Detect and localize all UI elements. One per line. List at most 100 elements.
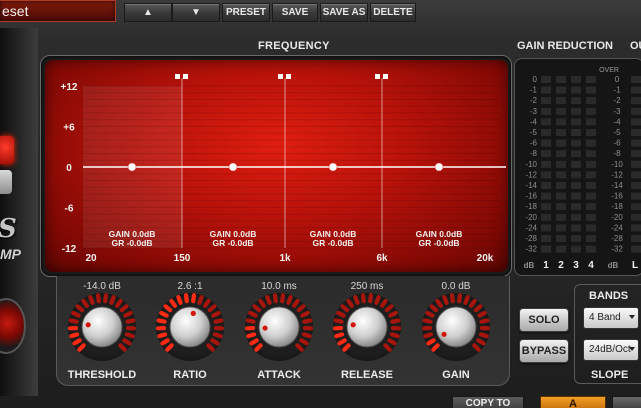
- a-button[interactable]: A: [540, 396, 606, 408]
- knob-led-segment: [429, 304, 439, 313]
- output-scale-label: -12: [611, 170, 623, 179]
- knob-led-segment: [71, 310, 81, 318]
- band-4-node[interactable]: [434, 162, 444, 172]
- band-2-gr-label: GR -0.0dB: [212, 238, 253, 248]
- meter-scale-label: -12: [525, 170, 537, 179]
- knob-led-segment: [301, 332, 312, 339]
- knob-led-segment: [118, 343, 127, 352]
- knob-led-segment: [368, 293, 374, 304]
- meter-segment: [586, 245, 596, 253]
- copy-to-button[interactable]: COPY TO: [452, 396, 524, 408]
- meter-segment: [571, 129, 581, 136]
- knob-led-segment: [342, 343, 351, 352]
- meter-segment: [631, 192, 641, 200]
- solo-button[interactable]: SOLO: [519, 308, 569, 332]
- preset-button[interactable]: PRESET: [222, 3, 270, 22]
- knob-cap: [435, 306, 477, 348]
- bypass-button[interactable]: BYPASS: [519, 339, 569, 363]
- attack-label: ATTACK: [257, 369, 301, 381]
- frequency-title: FREQUENCY: [258, 40, 330, 52]
- attack-knob[interactable]: [245, 293, 313, 361]
- release-knob[interactable]: [333, 293, 401, 361]
- bands-select[interactable]: 4 Band: [583, 307, 639, 329]
- knob-led-segment: [340, 304, 350, 313]
- eq-y-tick: -12: [62, 244, 77, 255]
- meter-segment: [586, 139, 596, 147]
- threshold-knob[interactable]: [68, 293, 136, 361]
- knob-led-segment: [72, 338, 82, 346]
- ratio-label: RATIO: [173, 369, 207, 381]
- knob-pointer-icon: [85, 322, 91, 328]
- meter-segment: [556, 107, 566, 115]
- meter-segment: [631, 97, 641, 105]
- crossover-handle-icon[interactable]: [278, 74, 283, 79]
- eq-graph[interactable]: +12+60-6-12GAIN 0.0dBGR -0.0dBGAIN 0.0dB…: [45, 60, 508, 272]
- knob-led-segment: [476, 338, 486, 346]
- gain-knob[interactable]: [422, 293, 490, 361]
- meter-segment: [631, 118, 641, 126]
- band-2-node[interactable]: [228, 162, 238, 172]
- preset-down-button[interactable]: ▼: [172, 3, 220, 22]
- meter-segment: [541, 107, 551, 115]
- crossover-handle-icon[interactable]: [286, 74, 291, 79]
- eq-x-tick: 6k: [376, 253, 388, 264]
- meter-segment: [586, 150, 596, 158]
- meter-segment: [586, 213, 596, 221]
- preset-up-button[interactable]: ▲: [124, 3, 172, 22]
- crossover-handle-icon[interactable]: [383, 74, 388, 79]
- slope-select[interactable]: 24dB/Oct: [583, 339, 639, 361]
- knob-led-segment: [197, 295, 204, 305]
- band-3-node[interactable]: [328, 162, 338, 172]
- save-as-button[interactable]: SAVE AS: [320, 3, 368, 22]
- knob-led-segment: [431, 343, 440, 352]
- meter-segment: [541, 160, 551, 168]
- meter-segment: [556, 139, 566, 147]
- knob-led-segment: [156, 318, 167, 324]
- save-button[interactable]: SAVE: [272, 3, 318, 22]
- meter-segment: [556, 76, 566, 83]
- knob-led-segment: [213, 318, 224, 324]
- meter-scale-label: -32: [525, 245, 537, 254]
- knob-led-segment: [479, 318, 490, 324]
- knob-led-segment: [211, 310, 221, 318]
- side-toggle-button[interactable]: [0, 170, 12, 194]
- crossover-handle-icon[interactable]: [175, 74, 180, 79]
- crossover-handle-icon[interactable]: [183, 74, 188, 79]
- meter-segment: [631, 129, 641, 136]
- meter-segment: [541, 224, 551, 232]
- output-scale-label: -2: [613, 96, 621, 105]
- knob-led-segment: [103, 293, 109, 304]
- preset-name-field[interactable]: eset: [0, 0, 116, 22]
- slope-select-value: 24dB/Oct: [589, 344, 631, 355]
- output-scale-label: -20: [611, 213, 623, 222]
- knob-led-segment: [478, 332, 489, 339]
- knob-led-segment: [374, 295, 381, 305]
- knob-led-segment: [435, 298, 443, 308]
- delete-button[interactable]: DELETE: [370, 3, 416, 22]
- knob-led-segment: [299, 338, 309, 346]
- output-scale-label: -1: [613, 86, 621, 95]
- knob-led-segment: [122, 338, 132, 346]
- slope-title: SLOPE: [591, 369, 629, 381]
- band-1-node[interactable]: [127, 162, 137, 172]
- meter-segment: [556, 235, 566, 242]
- knob-led-segment: [388, 310, 398, 318]
- meter-segment: [586, 107, 596, 115]
- power-led-icon[interactable]: [0, 136, 14, 164]
- meter-channel-label: L: [632, 260, 638, 271]
- b-button[interactable]: [612, 396, 641, 408]
- eq-x-tick: 150: [174, 253, 191, 264]
- meter-segment: [571, 76, 581, 83]
- meter-channel-label: 3: [573, 260, 579, 271]
- knob-led-segment: [249, 338, 259, 346]
- threshold-value: -14.0 dB: [83, 281, 121, 292]
- knob-led-segment: [206, 343, 215, 352]
- meter-channel-label: dB: [524, 261, 535, 270]
- ratio-knob[interactable]: [156, 293, 224, 361]
- knob-led-segment: [360, 293, 366, 304]
- knob-led-segment: [183, 293, 189, 304]
- crossover-handle-icon[interactable]: [375, 74, 380, 79]
- knob-led-segment: [337, 338, 347, 346]
- meter-segment: [586, 118, 596, 126]
- meter-scale-label: -18: [525, 202, 537, 211]
